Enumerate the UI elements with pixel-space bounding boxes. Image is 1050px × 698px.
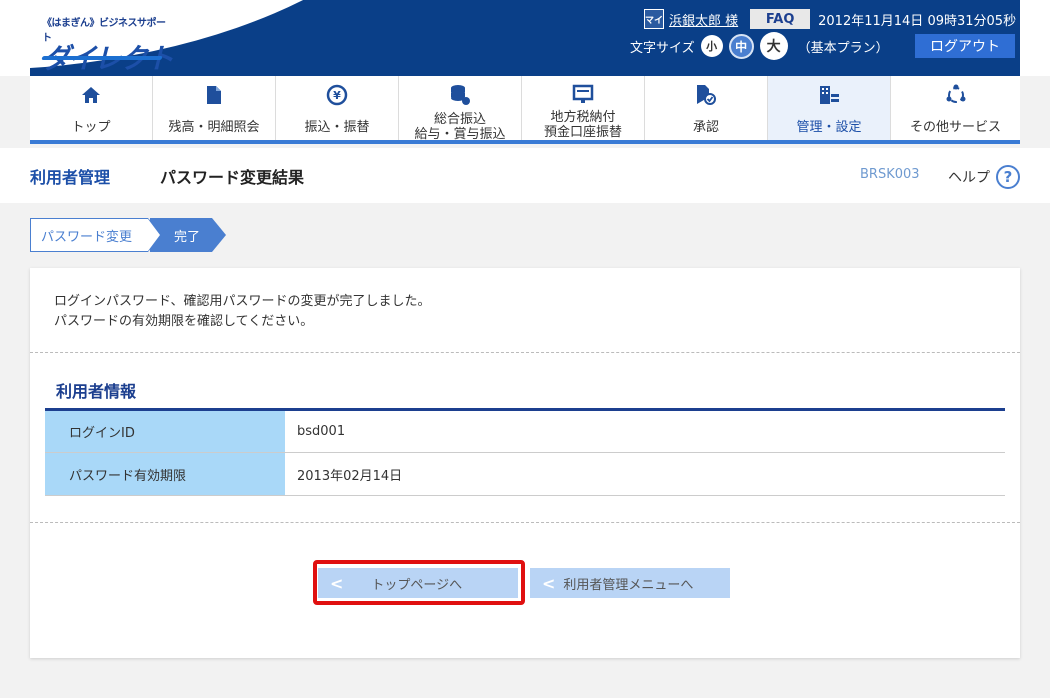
logout-button[interactable]: ログアウト	[915, 34, 1015, 58]
help-icon: ?	[996, 165, 1020, 189]
faq-button[interactable]: FAQ	[750, 9, 811, 29]
nav-item-bulk-transfer[interactable]: 総合振込 給与・賞与振込	[399, 76, 522, 142]
screen-code: BRSK003	[860, 167, 920, 182]
nav-label: 管理・設定	[796, 120, 862, 135]
step-password-change: パスワード変更	[30, 218, 162, 252]
highlight-box	[313, 560, 525, 605]
svg-text:¥: ¥	[333, 89, 341, 102]
divider	[30, 352, 1020, 353]
other-services-icon	[945, 84, 967, 106]
document-icon	[203, 84, 225, 106]
footer-strip	[0, 670, 1050, 698]
result-message: ログインパスワード、確認用パスワードの変更が完了しました。 パスワードの有効期限…	[54, 292, 430, 332]
database-icon	[449, 84, 471, 106]
result-card: ログインパスワード、確認用パスワードの変更が完了しました。 パスワードの有効期限…	[30, 268, 1020, 658]
row-value: 2013年02月14日	[285, 452, 1005, 496]
logo-small-text: 《はまぎん》ビジネスサポート	[42, 18, 166, 44]
approval-icon	[695, 84, 717, 106]
main-nav: トップ 残高・明細照会 ¥ 振込・振替 総合振込 給与・賞与振込 地方税納付 預…	[30, 76, 1020, 144]
user-info-table: ログインID bsd001 パスワード有効期限 2013年02月14日	[45, 408, 1005, 496]
user-row: マイ 浜銀太郎 様 FAQ 2012年11月14日 09時31分05秒	[644, 9, 1016, 29]
button-label: 利用者管理メニューへ	[563, 577, 694, 593]
nav-label: 承認	[692, 120, 719, 135]
yen-transfer-icon: ¥	[326, 84, 348, 106]
nav-item-transfer[interactable]: ¥ 振込・振替	[276, 76, 399, 140]
chevron-left-icon: <	[542, 573, 556, 593]
help-link[interactable]: ヘルプ ?	[948, 165, 1020, 189]
nav-label: 地方税納付	[550, 110, 616, 125]
result-message-line-1: ログインパスワード、確認用パスワードの変更が完了しました。	[54, 294, 431, 309]
help-label: ヘルプ	[948, 170, 990, 186]
nav-item-top[interactable]: トップ	[30, 76, 153, 140]
user-icon: マイ	[644, 9, 664, 29]
nav-item-management[interactable]: 管理・設定	[768, 76, 891, 140]
user-name-link[interactable]: 浜銀太郎 様	[669, 10, 738, 29]
row-key: ログインID	[45, 409, 285, 453]
step-label: パスワード変更	[41, 229, 133, 245]
result-message-line-2: パスワードの有効期限を確認してください。	[54, 314, 314, 329]
table-row: パスワード有効期限 2013年02月14日	[45, 452, 1005, 496]
nav-label-2: 給与・賞与振込	[414, 127, 506, 142]
header: 《はまぎん》ビジネスサポート ダイレクト マイ 浜銀太郎 様 FAQ 2012年…	[0, 0, 1050, 76]
nav-item-local-tax[interactable]: 地方税納付 預金口座振替	[522, 76, 645, 140]
step-indicator: パスワード変更 完了	[30, 218, 226, 252]
tax-card-icon	[572, 84, 594, 104]
page-title: パスワード変更結果	[160, 168, 305, 187]
font-size-label: 文字サイズ	[630, 40, 695, 56]
font-size-large-button[interactable]: 大	[759, 32, 788, 60]
login-datetime: 2012年11月14日 09時31分05秒	[818, 13, 1017, 29]
font-size-small-button[interactable]: 小	[700, 35, 723, 57]
home-icon	[80, 84, 102, 106]
row-value: bsd001	[285, 409, 1005, 453]
font-size-medium-button[interactable]: 中	[728, 33, 754, 59]
nav-label: 総合振込	[433, 112, 486, 127]
row-key: パスワード有効期限	[45, 452, 285, 496]
logo-underline	[41, 56, 163, 60]
nav-label: その他サービス	[909, 120, 1001, 135]
nav-label-2: 預金口座振替	[543, 125, 622, 140]
nav-item-balance[interactable]: 残高・明細照会	[153, 76, 276, 140]
table-row: ログインID bsd001	[45, 409, 1005, 453]
nav-item-other-services[interactable]: その他サービス	[891, 76, 1020, 140]
page-title-row: 利用者管理 パスワード変更結果 BRSK003 ヘルプ ?	[0, 148, 1050, 203]
logo[interactable]: 《はまぎん》ビジネスサポート ダイレクト	[41, 14, 174, 74]
nav-item-approval[interactable]: 承認	[645, 76, 768, 140]
font-size-row: 文字サイズ 小 中 大 （基本プラン）	[630, 32, 889, 60]
step-label: 完了	[174, 229, 201, 245]
nav-label: 残高・明細照会	[168, 120, 260, 135]
nav-label: トップ	[71, 120, 111, 135]
page-category: 利用者管理	[30, 168, 111, 187]
section-title: 利用者情報	[56, 382, 137, 401]
user-management-menu-button[interactable]: < 利用者管理メニューへ	[530, 568, 730, 598]
management-icon	[818, 84, 840, 106]
divider	[30, 522, 1020, 523]
plan-label: （基本プラン）	[797, 40, 889, 56]
nav-label: 振込・振替	[304, 120, 370, 135]
